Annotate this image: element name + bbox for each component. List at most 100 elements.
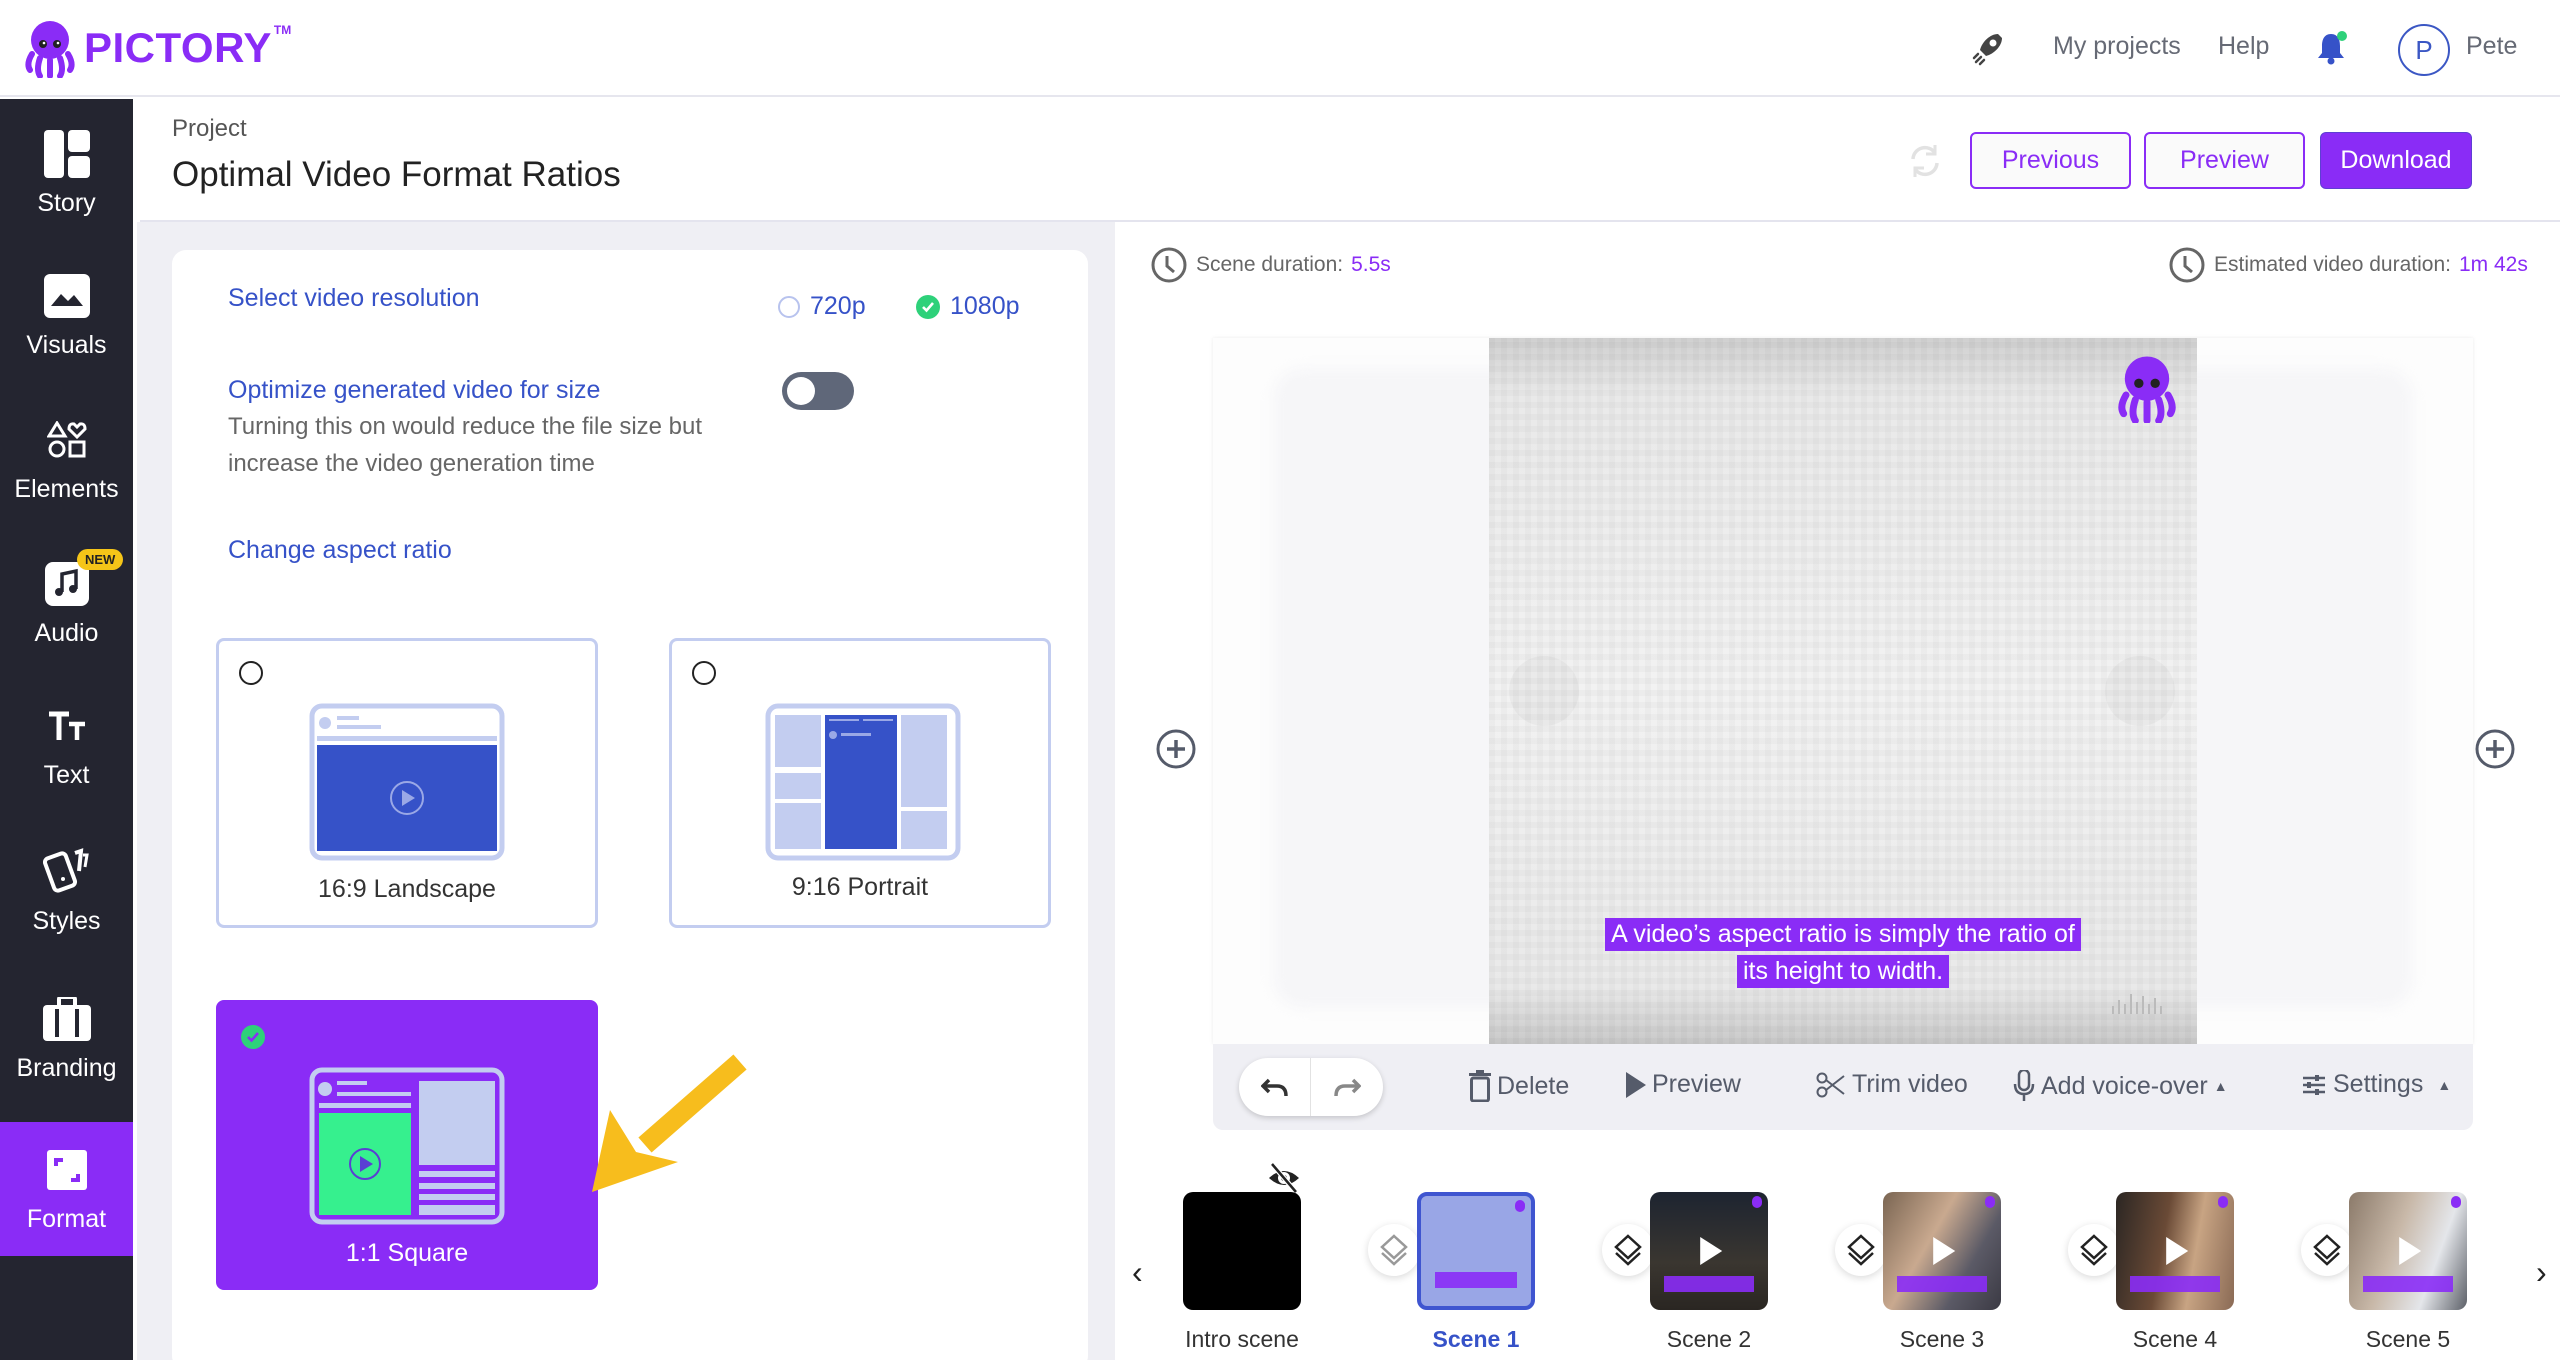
sidebar-item-label: Audio xyxy=(34,619,99,647)
hidden-eye-icon[interactable] xyxy=(1266,1162,1302,1194)
next-visual-arrow[interactable] xyxy=(2105,656,2175,726)
pictory-logo[interactable]: PICTORY TM xyxy=(22,18,291,78)
aspect-option-label: 9:16 Portrait xyxy=(791,873,929,901)
layers-icon xyxy=(2080,1234,2108,1266)
play-overlay-icon xyxy=(2399,1237,2422,1265)
sidebar-item-label: Text xyxy=(43,761,90,789)
sliders-icon xyxy=(2303,1074,2325,1095)
preview-button[interactable]: Preview xyxy=(2144,132,2305,189)
add-scene-after-icon[interactable] xyxy=(2474,728,2516,770)
sidebar-item-label: Branding xyxy=(16,1054,117,1082)
top-bar: PICTORY TM My projects Help P Pete xyxy=(0,0,2560,97)
my-projects-link[interactable]: My projects xyxy=(2053,32,2181,61)
thumbnail-logo xyxy=(1985,1196,1995,1208)
undo-button[interactable] xyxy=(1239,1058,1311,1116)
layers-icon xyxy=(1847,1234,1875,1266)
play-overlay-icon xyxy=(1933,1237,1956,1265)
redo-icon xyxy=(1334,1078,1361,1097)
scissors-icon xyxy=(1816,1072,1845,1097)
resolution-720p-option[interactable]: 720p xyxy=(778,292,866,321)
clock-icon xyxy=(2169,247,2205,283)
scene-transition-button[interactable] xyxy=(1368,1224,1420,1276)
scene-thumbnail-4[interactable] xyxy=(2116,1192,2234,1310)
thumbnail-logo xyxy=(2218,1196,2228,1208)
scroll-scenes-right-button[interactable]: › xyxy=(2536,1254,2547,1291)
sidebar-item-label: Story xyxy=(37,189,96,217)
scene-label: Scene 2 xyxy=(1666,1326,1752,1352)
optimize-toggle[interactable] xyxy=(782,372,854,410)
settings-button[interactable]: Settings ▲ xyxy=(2301,1070,2451,1099)
audio-waveform-icon xyxy=(2112,994,2162,1014)
sidebar-item-styles[interactable]: Styles xyxy=(0,847,133,936)
project-title[interactable]: Optimal Video Format Ratios xyxy=(172,155,621,195)
aspect-option-portrait[interactable]: 9:16 Portrait xyxy=(669,638,1051,928)
sidebar-item-text[interactable]: Text xyxy=(0,701,133,790)
octopus-watermark-icon xyxy=(2118,356,2176,423)
resolution-1080p-option[interactable]: 1080p xyxy=(916,292,1020,321)
sidebar-item-branding[interactable]: Branding xyxy=(0,994,133,1083)
scene-label: Scene 5 xyxy=(2365,1326,2451,1352)
sidebar-item-audio[interactable]: NEW Audio xyxy=(0,549,133,648)
scroll-scenes-left-button[interactable]: ‹ xyxy=(1132,1254,1143,1291)
delete-scene-button[interactable]: Delete xyxy=(1469,1070,1569,1102)
square-illustration-icon xyxy=(309,1067,505,1225)
sidebar: Story Visuals Elements NEW Audio Text St… xyxy=(0,99,133,1360)
aspect-option-label: 1:1 Square xyxy=(345,1239,469,1267)
octopus-logo-icon xyxy=(25,21,75,78)
settings-label: Settings xyxy=(2333,1070,2424,1098)
check-circle-icon xyxy=(916,294,940,319)
estimated-duration-value: 1m 42s xyxy=(2458,253,2528,276)
scene-transition-button[interactable] xyxy=(2068,1224,2120,1276)
undo-redo-group xyxy=(1239,1058,1383,1116)
notification-bell-icon[interactable] xyxy=(2314,30,2348,66)
scene-transition-button[interactable] xyxy=(1602,1224,1654,1276)
help-link[interactable]: Help xyxy=(2218,32,2269,61)
sidebar-item-elements[interactable]: Elements xyxy=(0,415,133,504)
text-icon xyxy=(42,701,92,751)
scene-transition-button[interactable] xyxy=(2301,1224,2353,1276)
shapes-icon xyxy=(42,415,92,465)
user-avatar[interactable]: P xyxy=(2398,24,2450,76)
scene-label: Intro scene xyxy=(1185,1326,1299,1352)
add-scene-before-icon[interactable] xyxy=(1155,728,1197,770)
sidebar-item-label: Styles xyxy=(32,907,101,935)
undo-icon xyxy=(1260,1078,1288,1097)
scene-thumbnail-3[interactable] xyxy=(1883,1192,2001,1310)
caption-overlay[interactable]: A video’s aspect ratio is simply the rat… xyxy=(1489,918,2197,992)
estimated-duration-label: Estimated video duration: xyxy=(2214,253,2451,276)
preview-scene-button[interactable]: Preview xyxy=(1626,1070,1741,1099)
scene-transition-button[interactable] xyxy=(1835,1224,1887,1276)
thumbnail-caption xyxy=(1664,1276,1754,1292)
sidebar-item-story[interactable]: Story xyxy=(0,129,133,218)
play-overlay-icon xyxy=(1700,1237,1723,1265)
thumbnail-caption xyxy=(2363,1276,2453,1292)
scene-thumbnail-intro[interactable] xyxy=(1183,1192,1301,1310)
scene-thumbnail-5[interactable] xyxy=(2349,1192,2467,1310)
download-button[interactable]: Download xyxy=(2320,132,2472,189)
layout-icon xyxy=(42,129,92,179)
thumbnail-caption xyxy=(1435,1272,1517,1288)
refresh-icon[interactable] xyxy=(1905,141,1945,181)
thumbnail-logo xyxy=(1752,1196,1762,1208)
scene-thumbnail-2[interactable] xyxy=(1650,1192,1768,1310)
redo-button[interactable] xyxy=(1311,1058,1383,1116)
play-overlay-icon xyxy=(2166,1237,2189,1265)
sidebar-item-visuals[interactable]: Visuals xyxy=(0,271,133,360)
brand-name: PICTORY xyxy=(84,24,272,71)
radio-unchecked-icon xyxy=(778,295,800,318)
scene-thumbnail-1[interactable] xyxy=(1417,1192,1535,1310)
add-voiceover-button[interactable]: Add voice-over ▲ xyxy=(2013,1070,2228,1102)
clock-icon xyxy=(1151,247,1187,283)
toggle-knob xyxy=(787,377,815,405)
check-circle-icon xyxy=(241,1025,265,1049)
prev-visual-arrow[interactable] xyxy=(1509,656,1579,726)
resolution-option-label: 720p xyxy=(810,292,866,320)
video-frame[interactable]: A video’s aspect ratio is simply the rat… xyxy=(1489,338,2197,1044)
rocket-icon[interactable] xyxy=(1968,28,2008,68)
previous-button[interactable]: Previous xyxy=(1970,132,2131,189)
scene-label: Scene 4 xyxy=(2132,1326,2218,1352)
sidebar-item-format[interactable]: Format xyxy=(0,1122,133,1256)
trim-video-button[interactable]: Trim video xyxy=(1816,1070,1968,1099)
user-name[interactable]: Pete xyxy=(2466,32,2517,61)
aspect-option-landscape[interactable]: 16:9 Landscape xyxy=(216,638,598,928)
